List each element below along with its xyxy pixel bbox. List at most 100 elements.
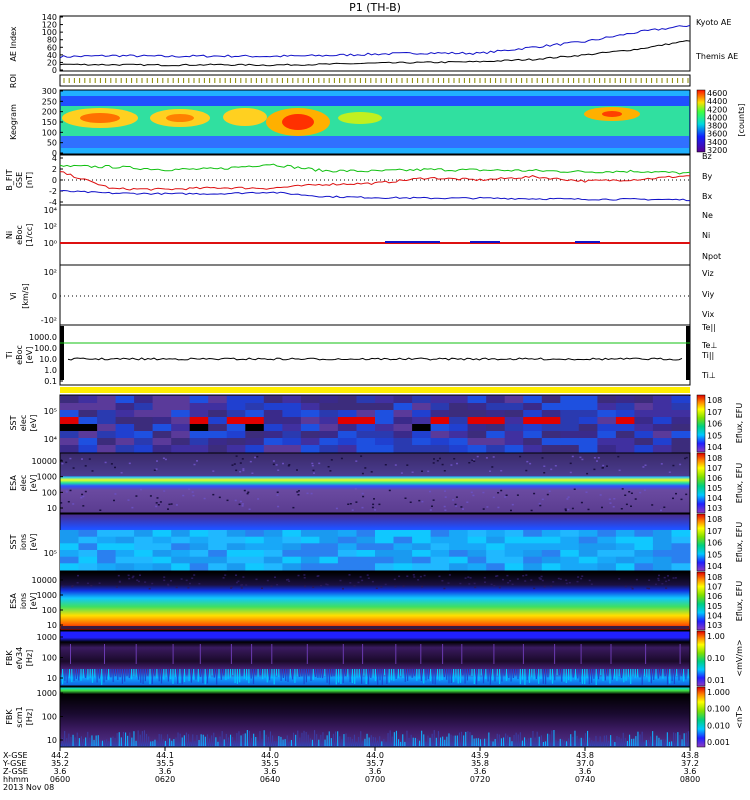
keo-tick-label: 150 — [42, 118, 57, 127]
legend-bz: Bz — [702, 152, 712, 161]
esa-elec-speck — [606, 465, 608, 467]
fbk2-stripe — [482, 738, 484, 746]
legend-npot: Npot — [702, 252, 721, 261]
sst-ions-cell — [226, 550, 246, 558]
fbk1-stripe — [174, 669, 176, 677]
fbk1-stripe — [342, 669, 344, 684]
fbk1-stripe — [223, 669, 225, 676]
esa-elec-speck — [235, 455, 238, 457]
esa-elec-speck — [175, 504, 178, 506]
fbk1-y-ticks: 100010010 — [37, 633, 63, 683]
sst-elec-cell — [541, 445, 561, 453]
keo-tick-label: 300 — [42, 87, 57, 96]
sst-elec-cell — [467, 410, 487, 418]
sst-ions-cell — [245, 550, 265, 558]
fbk1-stripe — [584, 669, 586, 685]
esa-ions-speck — [448, 574, 451, 576]
eflux-cbar-4 — [696, 571, 706, 631]
esa-elec-speck — [80, 496, 83, 499]
fbk2-stripe — [395, 730, 397, 746]
esa-elec-speck — [462, 508, 464, 510]
fbk1-stripe — [623, 669, 625, 683]
fbk1-stripe — [637, 669, 639, 678]
esa-elec-speck — [519, 455, 522, 458]
sst-elec-cell — [171, 424, 191, 432]
sst-elec-cell — [60, 396, 79, 404]
sst-ions-cell — [78, 530, 98, 538]
esa-ions-speck — [242, 576, 245, 578]
esa-ions-speck — [672, 577, 675, 579]
esa-elec-speck — [361, 472, 364, 475]
keogram-colorbar — [696, 89, 706, 153]
fbk2-stripe — [677, 732, 679, 746]
fbk2-stripe — [360, 731, 362, 746]
sst-elec-cell — [319, 445, 339, 453]
sst-elec-cell — [615, 438, 635, 446]
sst-elec-cell — [78, 396, 98, 404]
sst-elec-cell — [634, 431, 654, 439]
sst-ions-cell — [300, 530, 320, 538]
fbk2-stripe — [570, 734, 572, 746]
sst-ions-cell — [208, 563, 228, 571]
sst-ions-cell — [541, 563, 561, 571]
sst-elec-cell — [337, 403, 357, 411]
esa-elec-speck — [361, 492, 364, 495]
esa-elec-speck — [500, 470, 503, 472]
sst-elec-cell — [282, 396, 302, 404]
fbk1-burst — [135, 644, 137, 664]
sst-elec-cell — [189, 403, 209, 411]
ni-tick-1e4: 10⁴ — [44, 206, 57, 215]
sst-ions-cell — [245, 543, 265, 551]
fbk2-stripe — [572, 736, 574, 746]
bfit-units: [nT] — [25, 172, 34, 188]
fbk1-burst — [342, 644, 344, 664]
esa-elec-speck — [312, 469, 315, 472]
esa-ions-speck — [144, 581, 147, 583]
esa-elec-speck — [306, 492, 309, 495]
esa-ions-speck — [447, 582, 450, 584]
esa-elec-speck — [530, 509, 533, 512]
sst-ions-cell — [578, 530, 598, 538]
sst-ions-cell — [319, 563, 339, 571]
sst-elec-cell — [652, 403, 672, 411]
esa-elec-speck — [529, 462, 532, 465]
sst-elec-cell — [523, 438, 543, 446]
fbk2-stripe — [513, 735, 515, 746]
keogram-aurora-4-core — [282, 114, 314, 130]
sst-elec-cell — [467, 445, 487, 453]
esa-elec-speck — [593, 468, 596, 471]
esa-ions-speck — [193, 574, 196, 576]
sst-elec-cell — [189, 431, 209, 439]
fbk2-stripe — [408, 737, 410, 746]
sst-elec-cell — [375, 438, 394, 446]
sst-ions-cell — [652, 530, 672, 538]
keo-tick-label: 250 — [42, 97, 57, 106]
ae-tick-label: 0 — [52, 66, 57, 75]
sst-ions-cell — [652, 563, 672, 571]
fbk2-stripe — [227, 737, 229, 746]
fbk2-stripe — [635, 736, 637, 746]
esa-ions-speck — [657, 577, 660, 580]
fbk2-stripe — [444, 739, 446, 746]
fbk1-stripe — [634, 669, 636, 678]
esa-elec-speck — [239, 471, 242, 473]
fbk2-stripe — [219, 736, 221, 746]
esa-ions-speck — [240, 587, 243, 589]
fbk2-stripe — [605, 735, 607, 746]
fbk2-stripe — [578, 738, 580, 746]
esa-elec-speck — [439, 457, 441, 460]
sst-elec-cell — [652, 396, 672, 404]
esa-elec-speck — [427, 470, 430, 473]
sst-ions-cell — [152, 530, 172, 538]
sst-elec-cell — [171, 438, 191, 446]
esa-elec-speck — [569, 462, 572, 465]
sst-elec-cell — [282, 403, 302, 411]
sst-elec-cell — [97, 417, 117, 425]
x-axis-t-value: 0720 — [470, 775, 490, 784]
sst-elec-cell — [226, 424, 246, 432]
sst-elec-cell — [97, 424, 117, 432]
sst-ions-cell — [171, 536, 191, 544]
sst-ions-cell — [393, 530, 413, 538]
esa-ions-speck — [552, 581, 555, 583]
esa-elec-speck — [248, 508, 251, 510]
